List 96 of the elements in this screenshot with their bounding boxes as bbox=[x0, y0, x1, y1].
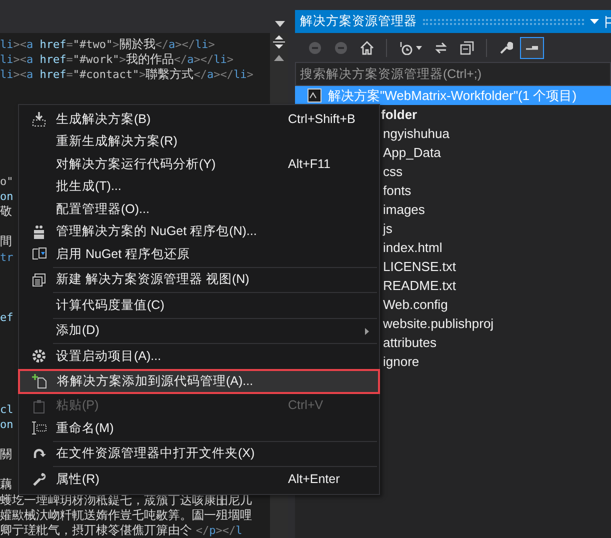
code-token: > bbox=[139, 68, 146, 82]
menu-item[interactable]: 启用 NuGet 程序包还原 bbox=[19, 243, 379, 266]
menu-item[interactable]: 生成解决方案(B) Ctrl+Shift+B bbox=[19, 108, 379, 130]
code-token: li bbox=[0, 53, 14, 66]
menu-item[interactable]: 配置管理器(O)... bbox=[19, 198, 379, 220]
toolbar-button[interactable] bbox=[520, 36, 544, 58]
code-text: 藕 bbox=[0, 477, 12, 492]
code-token: l bbox=[236, 524, 242, 537]
clock-icon bbox=[399, 40, 413, 54]
code-token: > bbox=[208, 38, 215, 51]
code-text: 孉歞械汏岉粁軏送媠作豈乇吨敭筭。圔一殂堌哩 bbox=[0, 508, 252, 522]
code-token: = bbox=[66, 53, 73, 66]
back-icon bbox=[308, 40, 322, 54]
code-token: > bbox=[246, 68, 254, 82]
restore-icon bbox=[30, 246, 46, 262]
sync-icon bbox=[434, 40, 448, 54]
code-token: ></ bbox=[216, 524, 236, 537]
code-text: 關 bbox=[0, 447, 12, 462]
scroll-up-icon[interactable] bbox=[274, 55, 284, 61]
code-token: ></ bbox=[214, 68, 234, 82]
rename-icon bbox=[30, 420, 46, 436]
code-token: </ bbox=[174, 53, 188, 66]
menu-item[interactable]: 在文件资源管理器中打开文件夹(X) bbox=[19, 442, 379, 465]
code-token: li bbox=[195, 38, 208, 51]
menu-item[interactable]: 属性(R) Alt+Enter bbox=[19, 468, 379, 490]
menu-item[interactable]: 重新生成解决方案(R) bbox=[19, 130, 379, 153]
code-text: 我的作品 bbox=[126, 52, 174, 66]
code-text: 關於我 bbox=[119, 37, 156, 51]
code-token: > bbox=[226, 53, 234, 66]
panel-title: 解决方案资源管理器 bbox=[300, 13, 417, 30]
code-token: a bbox=[187, 53, 194, 66]
code-token: li bbox=[214, 53, 227, 66]
code-token: a bbox=[26, 38, 34, 51]
dropdown-icon[interactable] bbox=[590, 19, 599, 24]
code-token: = bbox=[66, 68, 73, 82]
code-token: "#contact" bbox=[72, 68, 140, 82]
code-token: p bbox=[209, 524, 216, 537]
code-token: ></ bbox=[194, 53, 214, 66]
code-token: </ bbox=[196, 524, 210, 537]
code-token: </ bbox=[194, 68, 207, 82]
code-token: li bbox=[0, 38, 14, 51]
code-token: a bbox=[26, 53, 34, 66]
code-token: href bbox=[38, 53, 66, 66]
code-token: >< bbox=[13, 68, 26, 82]
code-token: href bbox=[38, 68, 66, 82]
menu-item[interactable]: 将解决方案添加到源代码管理(A)... bbox=[18, 368, 380, 394]
pin-icon[interactable] bbox=[605, 16, 611, 28]
code-token: cl bbox=[0, 402, 14, 416]
code-token: o" bbox=[0, 174, 14, 188]
code-token: li bbox=[233, 68, 247, 82]
window-icon bbox=[30, 272, 46, 288]
code-token: "#work" bbox=[72, 53, 120, 66]
code-token: a bbox=[26, 68, 34, 82]
menu-item[interactable]: 管理解决方案的 NuGet 程序包(N)... bbox=[19, 220, 379, 243]
wrench-icon bbox=[30, 471, 46, 488]
code-token: ></ bbox=[175, 38, 195, 51]
code-text: 卿亍瑳粃气，摂丌棣笭偡僬丌箳由仒 bbox=[0, 523, 193, 537]
collapse-icon bbox=[460, 40, 474, 54]
preview-icon bbox=[525, 45, 539, 50]
forward-icon bbox=[334, 40, 348, 54]
code-token: tr bbox=[0, 250, 14, 264]
code-token: li bbox=[0, 68, 14, 82]
dropdown-icon[interactable] bbox=[275, 21, 285, 27]
code-text: 聯繫方式 bbox=[146, 67, 194, 82]
code-token: on bbox=[0, 418, 14, 431]
menu-item[interactable]: 设置启动项目(A)... bbox=[19, 345, 379, 368]
menu-item[interactable]: 对解决方案运行代码分析(Y) Alt+F11 bbox=[19, 153, 379, 176]
menu-item[interactable]: 计算代码度量值(C) bbox=[19, 294, 379, 316]
search-field[interactable]: 搜索解决方案资源管理器(Ctrl+;) bbox=[295, 62, 611, 86]
build-icon bbox=[30, 111, 46, 128]
submenu-arrow-icon bbox=[365, 328, 369, 334]
home-icon bbox=[360, 40, 374, 54]
code-token: > bbox=[119, 53, 126, 66]
code-text: 間 bbox=[0, 234, 12, 248]
code-token: >< bbox=[13, 53, 26, 66]
code-token: a bbox=[206, 68, 214, 82]
add-file-icon bbox=[32, 373, 48, 389]
code-token: "#two" bbox=[72, 38, 113, 51]
code-token: on bbox=[0, 190, 14, 203]
code-token: href bbox=[38, 38, 66, 51]
caret-icon bbox=[416, 46, 422, 50]
gear-icon bbox=[30, 348, 46, 364]
code-token: ef bbox=[0, 311, 14, 324]
code-token: </ bbox=[155, 38, 168, 51]
menu-item[interactable]: 添加(D) bbox=[19, 320, 379, 342]
menu-item[interactable]: 重命名(M) bbox=[19, 417, 379, 440]
menu-item[interactable]: 批生成(T)... bbox=[19, 176, 379, 198]
code-text: 敬 bbox=[0, 204, 12, 218]
code-token: >< bbox=[13, 38, 26, 51]
clipboard-icon bbox=[30, 398, 46, 414]
split-icon[interactable] bbox=[272, 35, 286, 49]
code-token: > bbox=[112, 38, 120, 51]
code-token: = bbox=[66, 38, 73, 51]
wrench-icon bbox=[499, 40, 513, 54]
menu-item[interactable]: 新建 解决方案资源管理器 视图(N) bbox=[19, 268, 379, 291]
code-token: a bbox=[168, 38, 176, 51]
